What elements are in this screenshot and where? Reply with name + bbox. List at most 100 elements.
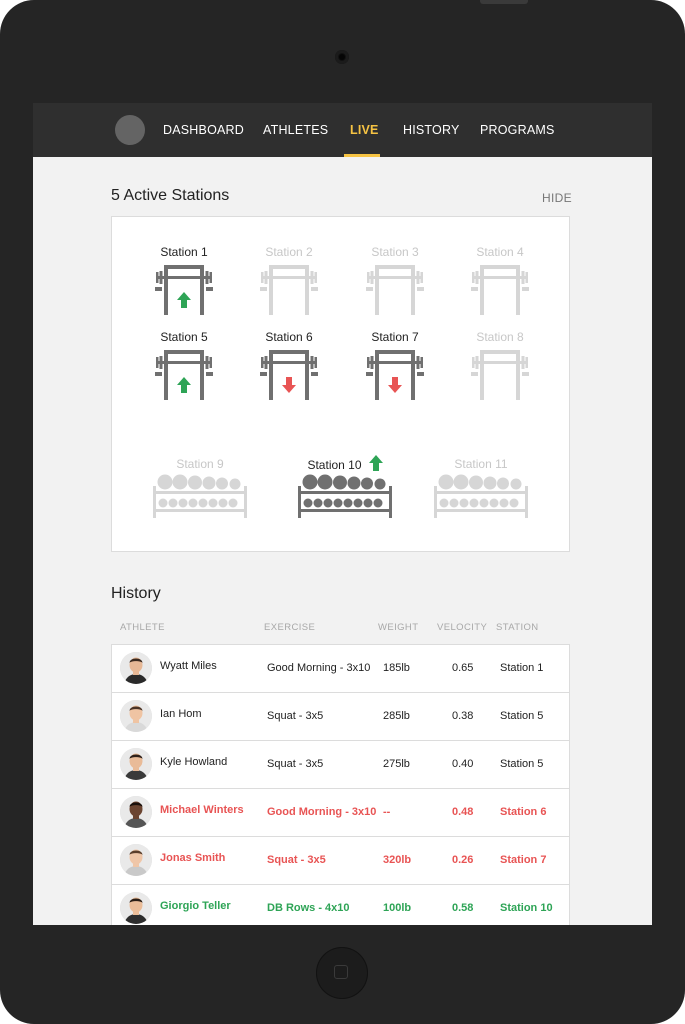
history-row[interactable]: Giorgio Teller DB Rows - 4x10 100lb 0.58 Sta… [112, 885, 569, 925]
squat-rack-icon [471, 265, 529, 315]
station-card[interactable]: Station 4 [445, 243, 555, 317]
app-screen: DASHBOARD ATHLETES LIVE HISTORY PROGRAMS… [33, 103, 652, 925]
velocity-cell: 0.38 [452, 710, 474, 722]
station-label: Station 7 [371, 330, 419, 344]
station-cell: Station 5 [500, 710, 544, 722]
station-label: Station 1 [160, 245, 208, 259]
station-card[interactable]: Station 1 [129, 243, 239, 317]
exercise-cell: Good Morning - 3x10 [267, 806, 377, 818]
squat-rack-icon [366, 265, 424, 315]
dumbbell-rack-icon [153, 474, 247, 518]
nav-programs[interactable]: PROGRAMS [480, 123, 555, 137]
col-header-exercise[interactable]: EXERCISE [264, 622, 315, 633]
velocity-cell: 0.48 [452, 806, 474, 818]
velocity-cell: 0.40 [452, 758, 474, 770]
exercise-cell: DB Rows - 4x10 [267, 902, 350, 914]
arrow-down-icon [282, 377, 296, 393]
exercise-cell: Squat - 3x5 [267, 710, 324, 722]
arrow-down-icon [388, 377, 402, 393]
weight-cell: 275lb [383, 758, 410, 770]
user-avatar[interactable] [115, 115, 145, 145]
athlete-name: Jonas Smith [160, 852, 226, 864]
weight-cell: 285lb [383, 710, 410, 722]
athlete-photo [120, 892, 152, 924]
squat-rack-icon [471, 350, 529, 400]
athlete-name: Ian Hom [160, 708, 202, 720]
home-button[interactable] [316, 947, 368, 999]
nav-athletes[interactable]: ATHLETES [263, 123, 328, 137]
avatar [120, 748, 152, 780]
station-label: Station 11 [454, 457, 508, 471]
col-header-velocity[interactable]: VELOCITY [437, 622, 487, 633]
top-navbar: DASHBOARD ATHLETES LIVE HISTORY PROGRAMS [33, 103, 652, 157]
velocity-cell: 0.26 [452, 854, 474, 866]
station-card[interactable]: Station 6 [234, 328, 344, 402]
squat-rack-icon [260, 265, 318, 315]
avatar [120, 892, 152, 924]
station-card[interactable]: Station 3 [340, 243, 450, 317]
arrow-up-icon [177, 292, 191, 308]
station-label: Station 6 [265, 330, 313, 344]
nav-history[interactable]: HISTORY [403, 123, 460, 137]
velocity-cell: 0.58 [452, 902, 474, 914]
active-tab-indicator [344, 154, 380, 157]
station-cell: Station 6 [500, 806, 547, 818]
weight-cell: 185lb [383, 662, 410, 674]
athlete-name: Giorgio Teller [160, 900, 231, 912]
col-header-athlete[interactable]: ATHLETE [120, 622, 165, 633]
dumbbell-rack-icon [298, 474, 392, 518]
stations-title: 5 Active Stations [111, 187, 230, 204]
station-label: Station 8 [476, 330, 524, 344]
athlete-name: Wyatt Miles [160, 660, 217, 672]
athlete-photo [120, 844, 152, 876]
station-cell: Station 7 [500, 854, 547, 866]
athlete-name: Michael Winters [160, 804, 244, 816]
station-card[interactable]: Station 8 [445, 328, 555, 402]
squat-rack-icon [366, 350, 424, 400]
power-button [480, 0, 528, 4]
history-row[interactable]: Kyle Howland Squat - 3x5 275lb 0.40 Station … [112, 741, 569, 789]
history-row[interactable]: Jonas Smith Squat - 3x5 320lb 0.26 Station 7 [112, 837, 569, 885]
avatar [120, 796, 152, 828]
nav-dashboard[interactable]: DASHBOARD [163, 123, 244, 137]
squat-rack-icon [260, 350, 318, 400]
station-card[interactable]: Station 9 [145, 455, 255, 520]
tablet-frame: DASHBOARD ATHLETES LIVE HISTORY PROGRAMS… [0, 0, 685, 1024]
history-table: Wyatt Miles Good Morning - 3x10 185lb 0.65 S… [111, 644, 570, 925]
athlete-photo [120, 748, 152, 780]
squat-rack-icon [155, 350, 213, 400]
exercise-cell: Good Morning - 3x10 [267, 662, 371, 674]
arrow-up-icon [368, 455, 383, 471]
station-label: Station 9 [176, 457, 224, 471]
history-row[interactable]: Ian Hom Squat - 3x5 285lb 0.38 Station 5 [112, 693, 569, 741]
stations-panel: Station 1 Station 2 Station 3 Station 4 [111, 216, 570, 552]
col-header-weight[interactable]: WEIGHT [378, 622, 418, 633]
avatar [120, 700, 152, 732]
camera-icon [335, 50, 349, 64]
weight-cell: 100lb [383, 902, 412, 914]
nav-live[interactable]: LIVE [350, 123, 379, 137]
station-card[interactable]: Station 7 [340, 328, 450, 402]
athlete-photo [120, 652, 152, 684]
athlete-photo [120, 700, 152, 732]
station-cell: Station 1 [500, 662, 544, 674]
history-row[interactable]: Wyatt Miles Good Morning - 3x10 185lb 0.65 S… [112, 645, 569, 693]
station-card[interactable]: Station 10 [290, 455, 400, 520]
station-card[interactable]: Station 5 [129, 328, 239, 402]
dumbbell-rack-icon [434, 474, 528, 518]
station-label: Station 2 [265, 245, 313, 259]
arrow-up-icon [177, 377, 191, 393]
weight-cell: -- [383, 806, 391, 818]
station-card[interactable]: Station 2 [234, 243, 344, 317]
hide-stations-button[interactable]: HIDE [542, 191, 572, 205]
athlete-photo [120, 796, 152, 828]
avatar [120, 652, 152, 684]
station-card[interactable]: Station 11 [426, 455, 536, 520]
history-title: History [111, 585, 161, 602]
exercise-cell: Squat - 3x5 [267, 854, 326, 866]
station-label: Station 3 [371, 245, 419, 259]
history-row[interactable]: Michael Winters Good Morning - 3x10 -- 0.48… [112, 789, 569, 837]
station-label: Station 5 [160, 330, 208, 344]
avatar [120, 844, 152, 876]
col-header-station[interactable]: STATION [496, 622, 539, 633]
